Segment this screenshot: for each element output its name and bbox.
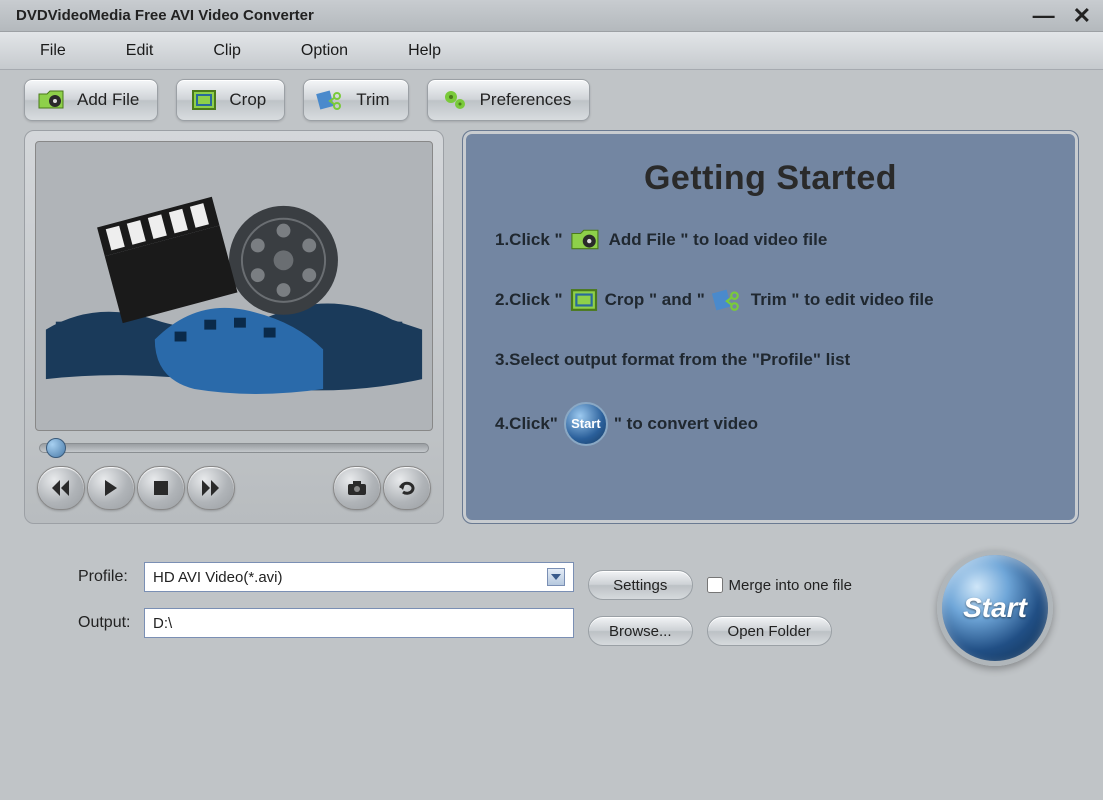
profile-label: Profile: [78,568,144,586]
guide-step-4: 4.Click" Start " to convert video [495,402,1046,446]
rewind-button[interactable] [37,466,85,510]
preview-panel [24,130,444,524]
start-mini-icon: Start [564,402,608,446]
getting-started-panel: Getting Started 1.Click " Add File " to … [462,130,1079,524]
menu-help[interactable]: Help [408,42,441,60]
open-folder-button[interactable]: Open Folder [707,616,832,646]
output-input[interactable] [144,608,574,638]
crop-label: Crop [229,90,266,110]
settings-button[interactable]: Settings [588,570,693,600]
merge-checkbox-wrap[interactable]: Merge into one file [707,570,852,600]
window-controls: — ✕ [1033,3,1091,29]
snapshot-button[interactable] [333,466,381,510]
menubar: File Edit Clip Option Help [0,32,1103,70]
add-file-button[interactable]: Add File [24,79,158,121]
start-button[interactable]: Start [937,550,1053,666]
merge-label: Merge into one file [729,577,852,594]
crop-icon [569,288,599,312]
profile-value: HD AVI Video(*.avi) [153,569,283,586]
titlebar: DVDVideoMedia Free AVI Video Converter —… [0,0,1103,32]
guide-step-1: 1.Click " Add File " to load video file [495,222,1046,258]
folder-reel-icon [37,87,67,113]
start-label: Start [963,592,1027,624]
preview-placeholder-image [35,141,433,431]
trim-button[interactable]: Trim [303,79,408,121]
chevron-down-icon [547,568,565,586]
preferences-label: Preferences [480,90,572,110]
guide-step-3: 3.Select output format from the "Profile… [495,342,1046,378]
repeat-button[interactable] [383,466,431,510]
trim-icon [316,87,346,113]
merge-checkbox[interactable] [707,577,723,593]
gear-icon [440,87,470,113]
menu-option[interactable]: Option [301,42,348,60]
menu-edit[interactable]: Edit [126,42,154,60]
app-title: DVDVideoMedia Free AVI Video Converter [16,7,314,24]
close-button[interactable]: ✕ [1073,3,1091,29]
trim-icon [711,287,745,313]
add-file-label: Add File [77,90,139,110]
crop-button[interactable]: Crop [176,79,285,121]
minimize-button[interactable]: — [1033,3,1055,29]
toolbar: Add File Crop Trim Preferences [0,70,1103,130]
browse-button[interactable]: Browse... [588,616,693,646]
menu-clip[interactable]: Clip [213,42,241,60]
preferences-button[interactable]: Preferences [427,79,591,121]
slider-thumb[interactable] [46,438,66,458]
profile-select[interactable]: HD AVI Video(*.avi) [144,562,574,592]
forward-button[interactable] [187,466,235,510]
trim-label: Trim [356,90,389,110]
stop-button[interactable] [137,466,185,510]
folder-reel-icon [569,227,603,253]
crop-icon [189,87,219,113]
bottom-bar: Profile: HD AVI Video(*.avi) Output: Set… [0,524,1103,676]
play-button[interactable] [87,466,135,510]
output-label: Output: [78,614,144,632]
guide-step-2: 2.Click " Crop " and " Trim " to edit vi… [495,282,1046,318]
playback-controls [35,461,433,511]
menu-file[interactable]: File [40,42,66,60]
guide-title: Getting Started [495,159,1046,198]
seek-slider[interactable] [35,431,433,461]
content-area: Getting Started 1.Click " Add File " to … [0,130,1103,524]
